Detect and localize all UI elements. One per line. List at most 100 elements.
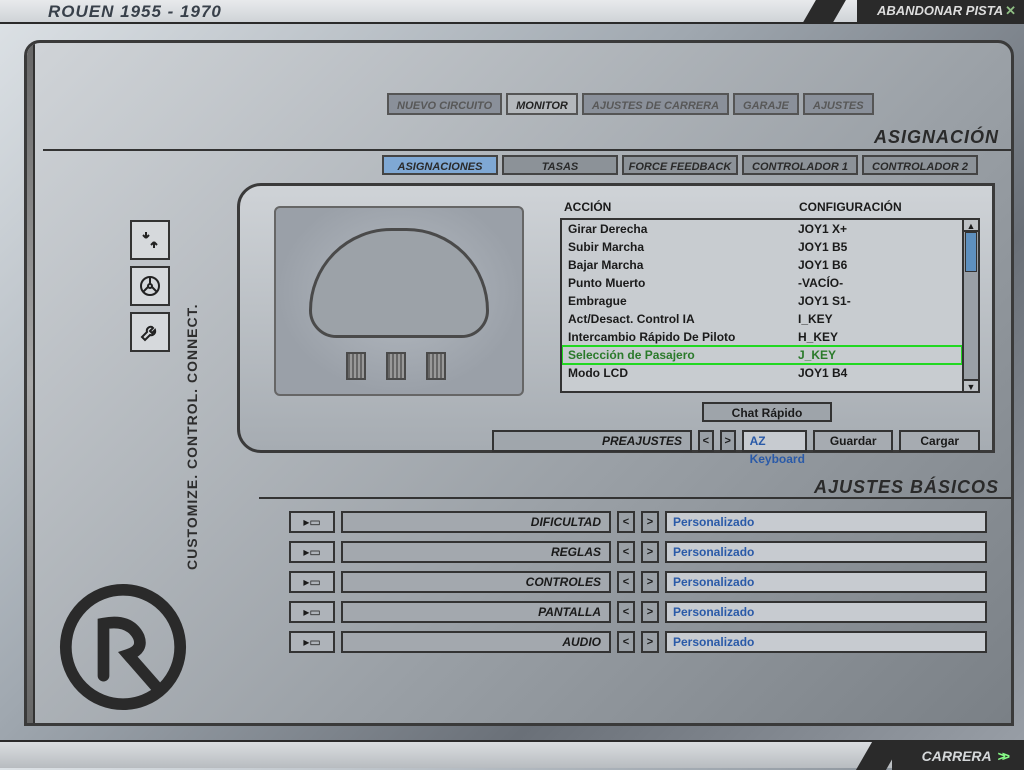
bindings-panel: ACCIÓN CONFIGURACIÓN Girar DerechaJOY1 X… [560, 200, 980, 393]
basic-value[interactable]: Personalizado [665, 511, 987, 533]
prev-button[interactable]: < [617, 571, 635, 593]
chevron-right-icon: >> [998, 748, 1006, 764]
assignments-card: ACCIÓN CONFIGURACIÓN Girar DerechaJOY1 X… [237, 183, 995, 453]
sidebar-tools-button[interactable] [130, 312, 170, 352]
next-button[interactable]: > [641, 511, 659, 533]
binding-row[interactable]: Girar DerechaJOY1 X+ [562, 220, 962, 238]
binding-action: Girar Derecha [568, 222, 798, 236]
divider [43, 149, 1011, 151]
col-action: ACCIÓN [564, 200, 799, 214]
binding-row[interactable]: Modo LCDJOY1 B4 [562, 364, 962, 382]
next-button[interactable]: > [641, 541, 659, 563]
binding-action: Intercambio Rápido De Piloto [568, 330, 798, 344]
preset-next-button[interactable]: > [720, 430, 736, 452]
next-button[interactable]: > [641, 571, 659, 593]
scrollbar[interactable]: ▲ ▼ [962, 220, 978, 391]
sidebar-tagline: CUSTOMIZE. CONTROL. CONNECT. [184, 220, 200, 570]
expand-button[interactable]: ▸▭ [289, 511, 335, 533]
steering-wheel-icon [138, 274, 162, 298]
pedal-icon [426, 352, 446, 380]
binding-row[interactable]: Act/Desact. Control IAI_KEY [562, 310, 962, 328]
binding-row[interactable]: EmbragueJOY1 S1- [562, 292, 962, 310]
section-asignacion-title: ASIGNACIÓN [874, 125, 999, 149]
binding-action: Subir Marcha [568, 240, 798, 254]
binding-config: JOY1 B4 [798, 366, 847, 380]
preset-row: PREAJUSTES < > AZ Keyboard Guardar Carga… [492, 430, 980, 452]
basic-value[interactable]: Personalizado [665, 601, 987, 623]
subtab-controlador-1[interactable]: CONTROLADOR 1 [742, 155, 858, 175]
track-title: ROUEN 1955 - 1970 [48, 0, 222, 24]
carrera-button[interactable]: CARRERA >> [892, 742, 1024, 770]
pedal-icon [346, 352, 366, 380]
prev-button[interactable]: < [617, 511, 635, 533]
binding-row[interactable]: Bajar MarchaJOY1 B6 [562, 256, 962, 274]
binding-row[interactable]: Subir MarchaJOY1 B5 [562, 238, 962, 256]
load-button[interactable]: Cargar [899, 430, 980, 452]
chat-rapido-button[interactable]: Chat Rápido [702, 402, 832, 422]
tab-nuevo-circuito[interactable]: NUEVO CIRCUITO [387, 93, 502, 115]
scroll-thumb[interactable] [965, 232, 977, 272]
expand-button[interactable]: ▸▭ [289, 601, 335, 623]
close-icon: ✕ [1005, 3, 1016, 18]
preset-label: PREAJUSTES [492, 430, 692, 452]
basic-row: ▸▭CONTROLES<>Personalizado [289, 571, 987, 593]
basic-label: PANTALLA [341, 601, 611, 623]
prev-button[interactable]: < [617, 631, 635, 653]
abandon-track-button[interactable]: ABANDONAR PISTA✕ [857, 0, 1024, 24]
pedal-icon [386, 352, 406, 380]
wrench-icon [138, 320, 162, 344]
expand-button[interactable]: ▸▭ [289, 631, 335, 653]
basic-label: AUDIO [341, 631, 611, 653]
binding-config: JOY1 B5 [798, 240, 847, 254]
tab-monitor[interactable]: MONITOR [506, 93, 578, 115]
binding-config: JOY1 S1- [798, 294, 851, 308]
binding-action: Modo LCD [568, 366, 798, 380]
prev-button[interactable]: < [617, 541, 635, 563]
next-button[interactable]: > [641, 601, 659, 623]
binding-action: Embrague [568, 294, 798, 308]
game-logo-icon [58, 582, 188, 712]
binding-config: H_KEY [798, 330, 838, 344]
subtab-force-feedback[interactable]: FORCE FEEDBACK [622, 155, 738, 175]
basic-row: ▸▭ PANTALLA < > Personalizado [289, 601, 987, 623]
tab-ajustes[interactable]: AJUSTES [803, 93, 874, 115]
left-rail [27, 43, 35, 723]
prev-button[interactable]: < [617, 601, 635, 623]
binding-action: Punto Muerto [568, 276, 798, 290]
binding-row[interactable]: Punto Muerto-VACÍO- [562, 274, 962, 292]
carrera-label: CARRERA [922, 748, 992, 764]
basic-value[interactable]: Personalizado [665, 541, 987, 563]
tab-ajustes-carrera[interactable]: AJUSTES DE CARRERA [582, 93, 729, 115]
subtab-asignaciones[interactable]: ASIGNACIONES [382, 155, 498, 175]
scroll-down-icon[interactable]: ▼ [964, 379, 978, 391]
preset-value[interactable]: AZ Keyboard [742, 430, 807, 452]
binding-config: I_KEY [798, 312, 833, 326]
expand-button[interactable]: ▸▭ [289, 571, 335, 593]
divider [259, 497, 1011, 499]
binding-config: -VACÍO- [798, 276, 843, 290]
subtab-tasas[interactable]: TASAS [502, 155, 618, 175]
tab-garaje[interactable]: GARAJE [733, 93, 799, 115]
sidebar-transfer-button[interactable] [130, 220, 170, 260]
binding-config: JOY1 B6 [798, 258, 847, 272]
subtab-controlador-2[interactable]: CONTROLADOR 2 [862, 155, 978, 175]
expand-button[interactable]: ▸▭ [289, 541, 335, 563]
preset-prev-button[interactable]: < [698, 430, 714, 452]
basic-settings-list: ▸▭DIFICULTAD<>Personalizado▸▭REGLAS<>Per… [289, 511, 987, 661]
binding-row[interactable]: Selección de PasajeroJ_KEY [562, 346, 962, 364]
binding-action: Act/Desact. Control IA [568, 312, 798, 326]
binding-config: J_KEY [798, 348, 836, 362]
basic-row: ▸▭ AUDIO < > Personalizado [289, 631, 987, 653]
scroll-up-icon[interactable]: ▲ [964, 220, 978, 232]
transfer-icon [138, 228, 162, 252]
basic-label: DIFICULTAD [341, 511, 611, 533]
next-button[interactable]: > [641, 631, 659, 653]
basic-row: ▸▭REGLAS<>Personalizado [289, 541, 987, 563]
save-button[interactable]: Guardar [813, 430, 894, 452]
basic-value[interactable]: Personalizado [665, 571, 987, 593]
binding-action: Selección de Pasajero [568, 348, 798, 362]
basic-value[interactable]: Personalizado [665, 631, 987, 653]
bindings-list: Girar DerechaJOY1 X+Subir MarchaJOY1 B5B… [560, 218, 980, 393]
binding-row[interactable]: Intercambio Rápido De PilotoH_KEY [562, 328, 962, 346]
sidebar-controls-button[interactable] [130, 266, 170, 306]
